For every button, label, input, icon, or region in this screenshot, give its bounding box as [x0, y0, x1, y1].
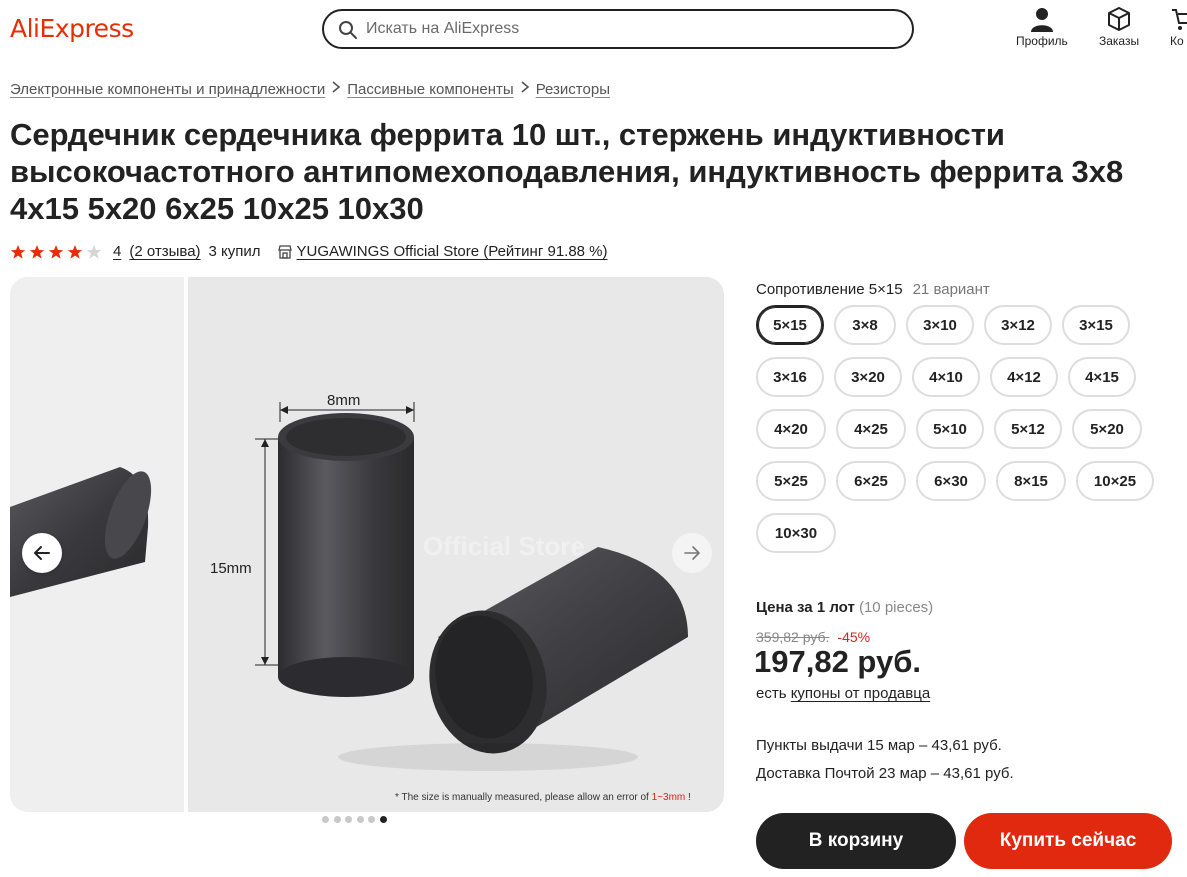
star-filled-icon — [29, 244, 45, 259]
variant-chip-row: 5×25 6×25 6×30 8×15 10×25 — [756, 461, 1186, 501]
product-title: Сердечник сердечника феррита 10 шт., сте… — [10, 117, 1124, 226]
variant-chip[interactable]: 3×10 — [906, 305, 974, 345]
cart-label: Ко — [1170, 34, 1184, 48]
coupons-prefix: есть — [756, 685, 791, 702]
add-to-cart-button[interactable]: В корзину — [756, 813, 956, 869]
breadcrumb-item-resistors[interactable]: Резисторы — [536, 81, 610, 98]
gallery-next-button[interactable] — [672, 533, 712, 573]
variant-chip[interactable]: 5×12 — [994, 409, 1062, 449]
variant-label: Сопротивление 5×15 21 вариант — [756, 281, 990, 298]
variant-chip[interactable]: 6×25 — [836, 461, 906, 501]
variant-chip[interactable]: 6×30 — [916, 461, 986, 501]
chevron-right-icon — [331, 80, 341, 98]
variant-chip[interactable]: 5×10 — [916, 409, 984, 449]
cart-icon — [1172, 9, 1187, 30]
cart-button[interactable]: Ко — [1170, 6, 1187, 48]
variant-chip-row: 10×30 — [756, 513, 1186, 553]
variant-chip[interactable]: 3×20 — [834, 357, 902, 397]
variant-chips: 5×15 3×8 3×10 3×12 3×15 3×16 3×20 4×10 4×12 4×15 4… — [756, 305, 1186, 565]
delivery-post: Доставка Почтой 23 мар – 43,61 руб. — [756, 765, 1014, 782]
height-dimension-label: 15mm — [210, 560, 252, 577]
coupons-link[interactable]: купоны от продавца — [791, 685, 930, 702]
gallery-prev-button[interactable] — [22, 533, 62, 573]
header: AliExpress Профиль Заказы Ко — [0, 0, 1187, 60]
profile-label: Профиль — [1016, 34, 1068, 48]
orders-label: Заказы — [1099, 34, 1140, 48]
discount-badge: -45% — [837, 629, 871, 645]
star-filled-icon — [10, 244, 26, 259]
size-note-text: * The size is manually measured, please … — [395, 792, 652, 803]
search-input[interactable] — [366, 11, 886, 47]
size-note-error: 1~3mm — [651, 792, 686, 803]
delivery-pickup: Пункты выдачи 15 мар – 43,61 руб. — [756, 737, 1002, 754]
variant-selected-text: Сопротивление 5×15 — [756, 281, 903, 298]
gallery-pagination — [322, 816, 391, 823]
sold-count: 3 купил — [208, 243, 261, 260]
size-note-end: ! — [685, 792, 691, 803]
breadcrumb-item-passive[interactable]: Пассивные компоненты — [347, 81, 513, 98]
coupons-row: есть купоны от продавца — [756, 685, 930, 702]
price-label-text: Цена за 1 лот — [756, 599, 855, 616]
variant-chip[interactable]: 5×20 — [1072, 409, 1142, 449]
rating-row: 4 (2 отзыва) 3 купил YUGAWINGS Official … — [10, 243, 608, 260]
variant-chip[interactable]: 3×12 — [984, 305, 1052, 345]
arrow-left-icon — [34, 546, 50, 560]
gallery-dot[interactable] — [379, 816, 387, 823]
chevron-right-icon — [520, 80, 530, 98]
gallery-main-image[interactable]: 8mm 15mm Official Store — [188, 277, 724, 812]
star-empty-icon — [86, 244, 102, 259]
variant-chip-row: 4×20 4×25 5×10 5×12 5×20 — [756, 409, 1186, 449]
arrow-right-icon — [684, 546, 700, 560]
old-price-row: 359,82 руб. -45% — [756, 629, 870, 645]
star-filled-icon — [67, 244, 83, 259]
rating-value[interactable]: 4 — [113, 243, 121, 260]
lot-note: (10 pieces) — [858, 599, 934, 616]
ferrite-cores-image: 8mm 15mm Official Store — [210, 392, 688, 771]
variant-chip-row: 3×16 3×20 4×10 4×12 4×15 — [756, 357, 1186, 397]
variant-chip[interactable]: 10×25 — [1076, 461, 1154, 501]
variant-chip[interactable]: 4×10 — [912, 357, 980, 397]
gallery-dot[interactable] — [345, 816, 352, 823]
variant-chip[interactable]: 10×30 — [756, 513, 836, 553]
variant-chip[interactable]: 5×15 — [756, 305, 824, 345]
current-price: 197,82 руб. — [754, 644, 921, 679]
gallery-dot[interactable] — [356, 816, 364, 823]
aliexpress-logo[interactable]: AliExpress — [10, 14, 134, 43]
variant-chip[interactable]: 4×15 — [1068, 357, 1136, 397]
old-price: 359,82 руб. — [756, 629, 830, 645]
profile-button[interactable]: Профиль — [1016, 6, 1068, 48]
variant-chip[interactable]: 4×25 — [836, 409, 906, 449]
width-dimension-label: 8mm — [327, 392, 360, 409]
box-icon — [1108, 7, 1131, 31]
search-icon[interactable] — [338, 20, 358, 40]
variant-chip[interactable]: 3×16 — [756, 357, 824, 397]
size-note: * The size is manually measured, please … — [395, 792, 691, 803]
watermark-text: Official Store — [423, 531, 585, 561]
variant-chip[interactable]: 4×12 — [990, 357, 1058, 397]
variant-count: 21 вариант — [912, 281, 990, 298]
variant-chip[interactable]: 4×20 — [756, 409, 826, 449]
gallery-dot[interactable] — [322, 816, 329, 823]
store-icon — [277, 244, 292, 259]
variant-chip[interactable]: 3×8 — [834, 305, 896, 345]
variant-chip[interactable]: 8×15 — [996, 461, 1066, 501]
reviews-link[interactable]: (2 отзыва) — [129, 243, 200, 260]
product-gallery[interactable]: 8mm 15mm Official Store * The size is ma… — [10, 277, 724, 812]
star-filled-icon — [48, 244, 64, 259]
variant-chip-row: 5×15 3×8 3×10 3×12 3×15 — [756, 305, 1186, 345]
gallery-dot[interactable] — [333, 816, 341, 823]
gallery-dot[interactable] — [368, 816, 375, 823]
store-link[interactable]: YUGAWINGS Official Store (Рейтинг 91.88 … — [297, 243, 608, 260]
breadcrumb: Электронные компоненты и принадлежности … — [10, 80, 610, 98]
star-rating — [10, 244, 105, 260]
variant-chip[interactable]: 5×25 — [756, 461, 826, 501]
price-label: Цена за 1 лот (10 pieces) — [756, 599, 933, 616]
user-icon — [1030, 8, 1053, 32]
variant-chip[interactable]: 3×15 — [1062, 305, 1130, 345]
breadcrumb-item-electronics[interactable]: Электронные компоненты и принадлежности — [10, 81, 325, 98]
search-bar[interactable] — [322, 9, 914, 49]
buy-now-button[interactable]: Купить сейчас — [964, 813, 1172, 869]
orders-button[interactable]: Заказы — [1099, 6, 1139, 48]
